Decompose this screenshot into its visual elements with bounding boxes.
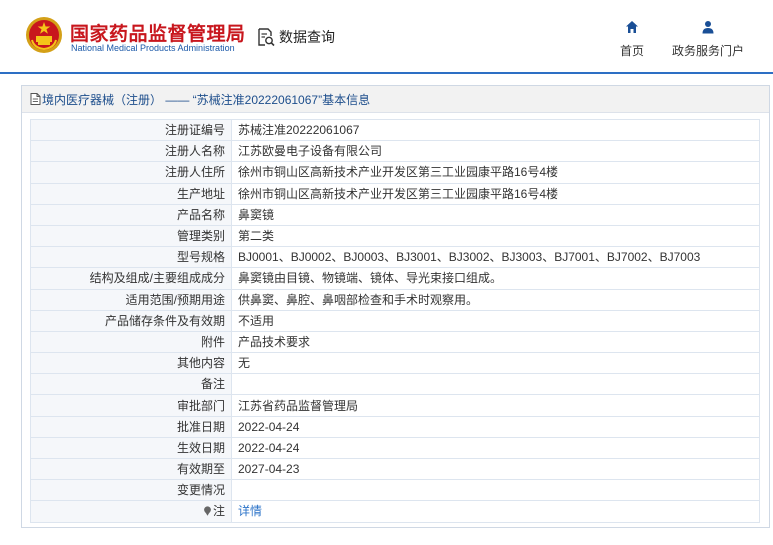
- table-row: 变更情况: [30, 479, 760, 502]
- field-value: [231, 373, 760, 396]
- site-name-en[interactable]: National Medical Products Administration: [71, 43, 235, 53]
- field-value: 第二类: [231, 224, 760, 248]
- data-query-label: 数据查询: [279, 29, 335, 45]
- table-row: 审批部门 江苏省药品监督管理局: [30, 394, 760, 417]
- data-query-link[interactable]: 数据查询: [256, 26, 335, 48]
- field-value: 2022-04-24: [231, 415, 760, 438]
- site-name-cn[interactable]: 国家药品监督管理局: [70, 19, 246, 46]
- device-info-table: 注册证编号 苏械注准20222061067 注册人名称 江苏欧曼电子设备有限公司 注册人…: [30, 118, 760, 523]
- field-value: 鼻窦镜由目镜、物镜端、镜体、导光束接口组成。: [231, 267, 760, 290]
- field-label: 产品储存条件及有效期: [30, 309, 232, 332]
- field-value: 苏械注准20222061067: [231, 118, 760, 142]
- header-divider: [0, 72, 773, 74]
- nav-service-portal[interactable]: 政务服务门户: [668, 20, 748, 59]
- panel-title: 境内医疗器械（注册） —— “苏械注准20222061067”基本信息: [42, 92, 371, 107]
- table-row: 产品储存条件及有效期 不适用: [30, 309, 760, 332]
- field-value: BJ0001、BJ0002、BJ0003、BJ3001、BJ3002、BJ300…: [231, 246, 760, 269]
- field-value: 无: [231, 352, 760, 375]
- field-label: 结构及组成/主要组成成分: [30, 267, 232, 290]
- table-row: 适用范围/预期用途 供鼻窦、鼻腔、鼻咽部检查和手术时观察用。: [30, 288, 760, 311]
- field-label: 其他内容: [30, 352, 232, 375]
- note-row: 注详情: [30, 500, 760, 523]
- field-label: 注册证编号: [30, 118, 232, 142]
- home-icon: [626, 21, 638, 33]
- field-label: 附件: [30, 330, 232, 354]
- table-row: 批准日期 2022-04-24: [30, 415, 760, 438]
- document-icon: [30, 93, 41, 105]
- field-label: 批准日期: [30, 415, 232, 438]
- nav-portal-label: 政务服务门户: [671, 44, 744, 58]
- table-row: 备注: [30, 373, 760, 396]
- field-value: [231, 479, 760, 502]
- national-emblem-logo[interactable]: [25, 16, 63, 54]
- details-link[interactable]: 详情: [238, 504, 262, 518]
- field-value: 江苏省药品监督管理局: [231, 394, 760, 417]
- note-value-cell: 详情: [231, 500, 760, 523]
- table-row: 型号规格 BJ0001、BJ0002、BJ0003、BJ3001、BJ3002、B…: [30, 246, 760, 269]
- table-row: 生效日期 2022-04-24: [30, 436, 760, 460]
- field-label: 变更情况: [30, 479, 232, 502]
- field-value: 江苏欧曼电子设备有限公司: [231, 140, 760, 163]
- table-row: 附件 产品技术要求: [30, 330, 760, 354]
- field-value: 不适用: [231, 309, 760, 332]
- field-label: 备注: [30, 373, 232, 396]
- field-label: 注册人住所: [30, 161, 232, 184]
- table-row: 其他内容无: [30, 352, 760, 375]
- table-row: 结构及组成/主要组成成分 鼻窦镜由目镜、物镜端、镜体、导光束接口组成。: [30, 267, 760, 290]
- field-label: 注册人名称: [30, 140, 232, 163]
- table-row: 注册人名称 江苏欧曼电子设备有限公司: [30, 140, 760, 163]
- user-icon: [702, 21, 714, 34]
- field-value: 2027-04-23: [231, 457, 760, 481]
- field-label: 生效日期: [30, 436, 232, 460]
- table-row: 生产地址 徐州市铜山区高新技术产业开发区第三工业园康平路16号4楼: [30, 182, 760, 205]
- table-row: 产品名称 鼻窦镜: [30, 203, 760, 226]
- field-value: 产品技术要求: [231, 330, 760, 354]
- field-value: 供鼻窦、鼻腔、鼻咽部检查和手术时观察用。: [231, 288, 760, 311]
- field-value: 鼻窦镜: [231, 203, 760, 226]
- field-label: 管理类别: [30, 224, 232, 248]
- document-search-icon: [258, 28, 275, 47]
- table-row: 注册人住所 徐州市铜山区高新技术产业开发区第三工业园康平路16号4楼: [30, 161, 760, 184]
- pin-icon: [204, 506, 211, 517]
- field-label: 有效期至: [30, 457, 232, 481]
- nav-home-label: 首页: [619, 44, 644, 58]
- field-value: 徐州市铜山区高新技术产业开发区第三工业园康平路16号4楼: [231, 161, 760, 184]
- note-label-cell: 注: [30, 500, 232, 523]
- table-row: 管理类别 第二类: [30, 224, 760, 248]
- field-value: 徐州市铜山区高新技术产业开发区第三工业园康平路16号4楼: [231, 182, 760, 205]
- panel-title-bar: 境内医疗器械（注册） —— “苏械注准20222061067”基本信息: [22, 86, 769, 113]
- field-value: 2022-04-24: [231, 436, 760, 460]
- nav-home[interactable]: 首页: [616, 20, 648, 59]
- field-label: 产品名称: [30, 203, 232, 226]
- field-label: 型号规格: [30, 246, 232, 269]
- note-label: 注: [212, 504, 225, 519]
- field-label: 适用范围/预期用途: [30, 288, 232, 311]
- table-row: 有效期至 2027-04-23: [30, 457, 760, 481]
- device-info-panel: 境内医疗器械（注册） —— “苏械注准20222061067”基本信息 注册证编…: [21, 85, 770, 528]
- field-label: 生产地址: [30, 182, 232, 205]
- site-header: 国家药品监督管理局 National Medical Products Admi…: [0, 0, 773, 72]
- table-row: 注册证编号 苏械注准20222061067: [30, 118, 760, 142]
- field-label: 审批部门: [30, 394, 232, 417]
